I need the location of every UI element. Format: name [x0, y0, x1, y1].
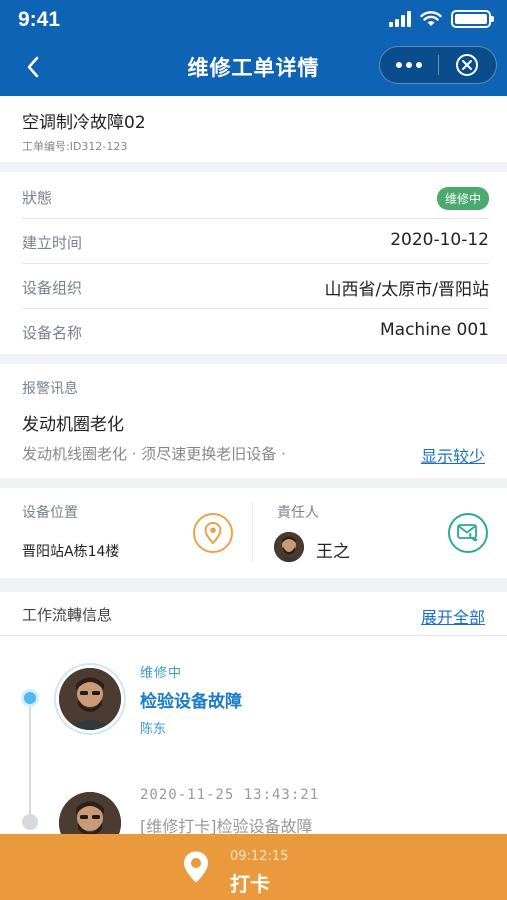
order-title: 空调制冷故障02 — [22, 113, 146, 133]
created-label: 建立时间 — [22, 234, 83, 252]
owner-name: 王之 — [316, 542, 350, 562]
status-bar: 9:41 — [0, 0, 507, 40]
battery-icon — [451, 10, 494, 28]
punch-time: 09:12:15 — [230, 849, 289, 864]
close-circle-icon — [456, 54, 479, 76]
expand-all-link[interactable]: 展开全部 — [421, 604, 485, 628]
org-label: 设备组织 — [22, 279, 83, 297]
order-info-card: 狀態 维修中 建立时间 2020-10-12 设备组织 山西省/太原市/晋阳站 … — [0, 172, 507, 354]
alarm-card: 报警讯息 发动机圈老化 发动机线圈老化 · 须尽速更换老旧设备 · 显示较少 — [0, 364, 507, 478]
close-button[interactable] — [438, 47, 496, 83]
info-row-org: 设备组织 山西省/太原市/晋阳站 — [22, 264, 489, 309]
order-header-card: 空调制冷故障02 工单编号:ID312-123 — [0, 96, 507, 162]
location-button[interactable] — [193, 513, 233, 553]
timeline-dot-active — [21, 689, 39, 707]
phone-mail-icon — [457, 524, 478, 542]
timeline-line — [29, 698, 31, 822]
more-dots-icon — [395, 62, 402, 68]
location-pin-icon — [204, 522, 222, 544]
device-name-label: 设备名称 — [22, 324, 83, 342]
battery-fill — [455, 14, 487, 24]
more-button[interactable] — [380, 47, 438, 83]
order-number: 工单编号:ID312-123 — [22, 140, 128, 153]
signal-icon — [389, 11, 411, 27]
alarm-label: 报警讯息 — [22, 381, 78, 397]
wifi-icon — [420, 11, 442, 26]
org-value: 山西省/太原市/晋阳站 — [324, 280, 489, 300]
created-value: 2020-10-12 — [390, 230, 489, 250]
timeline-time: 2020-11-25 13:43:21 — [140, 787, 320, 803]
card-divider — [252, 502, 253, 562]
contact-button[interactable] — [448, 513, 488, 553]
workflow-label: 工作流轉信息 — [22, 606, 113, 624]
mini-program-capsule — [379, 46, 497, 84]
nav-bar: 维修工单详情 — [0, 40, 507, 96]
punch-in-button[interactable]: 09:12:15 打卡 — [0, 834, 507, 900]
status-badge: 维修中 — [436, 187, 489, 210]
alarm-description: 发动机线圈老化 · 须尽速更换老旧设备 · — [22, 445, 286, 463]
info-row-device-name: 设备名称 Machine 001 — [22, 309, 489, 354]
timeline-title: 检验设备故障 — [140, 692, 242, 712]
owner-label: 責任人 — [277, 505, 319, 521]
status-icons — [389, 10, 494, 28]
location-pin-icon — [184, 851, 208, 883]
info-row-created: 建立时间 2020-10-12 — [22, 219, 489, 264]
timeline-person: 陈东 — [140, 722, 167, 737]
owner-avatar — [274, 532, 304, 562]
location-owner-card: 设备位置 晋阳站A栋14楼 責任人 — [0, 488, 507, 578]
show-less-link[interactable]: 显示较少 — [421, 443, 485, 467]
status-label: 狀態 — [22, 189, 53, 207]
alarm-title: 发动机圈老化 — [22, 415, 124, 435]
app-header: 9:41 维修工单详情 — [0, 0, 507, 96]
location-label: 设备位置 — [22, 505, 78, 521]
timeline-avatar — [59, 668, 121, 730]
info-row-status: 狀態 维修中 — [22, 174, 489, 219]
workflow-header: 工作流轉信息 展开全部 — [0, 592, 507, 636]
timeline-status: 维修中 — [140, 666, 183, 681]
status-time: 9:41 — [18, 8, 61, 31]
device-name-value: Machine 001 — [379, 320, 489, 340]
timeline-dot — [22, 814, 38, 830]
punch-label: 打卡 — [230, 872, 270, 896]
location-value: 晋阳站A栋14楼 — [22, 544, 120, 560]
